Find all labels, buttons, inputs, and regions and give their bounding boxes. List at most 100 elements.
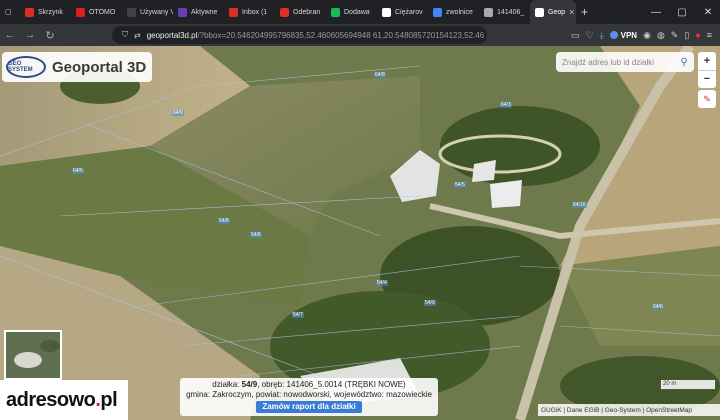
parcel-label[interactable]: 64/3 (500, 102, 512, 108)
minimize-button[interactable]: — (644, 0, 668, 24)
browser-tab-bar: ▢ Skrzynk OTOMO Używany Vo Aktywne Inbox (1 O… (0, 0, 720, 24)
browser-tab[interactable]: Dodawa (326, 0, 377, 24)
tab-favicon-icon (127, 7, 136, 17)
tab-label: Używany Vo (140, 8, 173, 16)
search-placeholder: Znajdź adres lub id działki (562, 57, 655, 67)
tab-label: Geop (548, 8, 566, 16)
vpn-icon (609, 31, 618, 39)
zoom-out-button[interactable]: − (698, 71, 716, 89)
reload-button[interactable]: ↻ (40, 24, 60, 46)
parcel-label[interactable]: 54/4 (376, 280, 388, 286)
tab-favicon-icon (535, 7, 544, 17)
parcel-number: 54/9 (241, 380, 258, 389)
zoom-control: + − (698, 52, 716, 88)
tab-list-button[interactable]: ▢ (0, 0, 20, 24)
tab-label: Skrzynk (38, 8, 63, 16)
wallet-icon[interactable]: ◍ (657, 30, 665, 41)
adresowo-watermark: adresowo. pl (0, 380, 128, 420)
parcel-info-panel: działka: 54/9, obręb: 141406_5.0014 (TRĘ… (180, 378, 438, 416)
tab-favicon-icon (484, 7, 493, 17)
browser-tab[interactable]: Odebran (275, 0, 326, 24)
extensions-icon[interactable]: ✎ (671, 30, 679, 41)
parcel-label[interactable]: 64/10 (572, 202, 587, 208)
tab-close-icon[interactable]: × (569, 7, 574, 17)
minimap-imagery (6, 332, 60, 378)
new-tab-button[interactable]: + (576, 0, 594, 24)
search-input[interactable]: Znajdź adres lub id działki ⚲ (556, 52, 694, 72)
browser-tab[interactable]: Inbox (1 (224, 0, 275, 24)
tab-label: zwolnice (446, 8, 473, 16)
parcel-prefix: działka: (212, 380, 240, 389)
browser-tab[interactable]: Ciężarov (377, 0, 428, 24)
parcel-label[interactable]: 64/9 (172, 110, 184, 116)
browser-tab[interactable]: zwolnice (428, 0, 479, 24)
tab-label: 141406_ (497, 8, 525, 16)
toolbar-right: ▭ ♡ ⤓ VPN ◉ ◍ ✎ ▯ ● ≡ (571, 24, 720, 46)
parcel-precinct: , obręb: 141406_5.0014 (TRĘBKI NOWE) (257, 380, 406, 389)
browser-tab[interactable]: Skrzynk (20, 0, 71, 24)
browser-tab[interactable]: Geop × (530, 0, 576, 24)
tab-label: OTOMO (89, 8, 116, 16)
watermark-tld: pl (100, 388, 118, 411)
tab-label: Ciężarov (395, 8, 423, 16)
maximize-button[interactable]: ▢ (670, 0, 694, 24)
browser-tab[interactable]: 141406_ (479, 0, 530, 24)
parcel-label[interactable]: 54/9 (424, 300, 436, 306)
bookmark-icon[interactable]: ♡ (586, 30, 594, 41)
parcel-label[interactable]: 54/7 (292, 312, 304, 318)
zoom-in-button[interactable]: + (698, 52, 716, 71)
vpn-button[interactable]: VPN (609, 30, 638, 40)
tab-favicon-icon (280, 7, 289, 17)
tab-favicon-icon (229, 7, 238, 17)
tab-list-icon: ▢ (5, 9, 12, 16)
order-report-button[interactable]: Zamów raport dla działki (256, 401, 362, 413)
parcel-label[interactable]: 54/6 (250, 232, 262, 238)
tab-label: Aktywne (191, 8, 218, 16)
tab-label: Inbox (1 (242, 8, 268, 16)
parcel-info-line2: gmina: Zakroczym, powiat: nowodworski, w… (186, 390, 432, 399)
tab-favicon-icon (433, 7, 442, 17)
map-viewport[interactable]: 64/9 64/8 64/3 64/5 54/8 54/6 54/4 54/9 … (0, 46, 720, 420)
minimap[interactable] (4, 330, 62, 380)
back-button[interactable]: ← (0, 24, 20, 46)
url-path: /?bbox=20.546204995796835,52.46060569494… (197, 30, 485, 40)
geosystem-logo-icon: GEO SYSTEM (6, 56, 46, 78)
menu-icon[interactable]: ≡ (707, 30, 712, 40)
tab-favicon-icon (76, 7, 85, 17)
shield-icon[interactable]: ⛉ (122, 30, 128, 40)
tab-favicon-icon (331, 7, 340, 17)
browser-tab[interactable]: Używany Vo (122, 0, 173, 24)
url-bar[interactable]: ⛉ ⇄ geoportal3d.pl/?bbox=20.546204995796… (112, 26, 487, 44)
download-icon[interactable]: ⤓ (600, 30, 604, 41)
search-icon[interactable]: ⚲ (676, 54, 692, 70)
browser-tab[interactable]: Aktywne (173, 0, 224, 24)
aerial-imagery (0, 46, 720, 420)
forward-button[interactable]: → (20, 24, 40, 46)
app-title: Geoportal 3D (52, 58, 147, 76)
parcel-info-line1: działka: 54/9, obręb: 141406_5.0014 (TRĘ… (180, 380, 438, 390)
parcel-label[interactable]: 64/8 (374, 72, 386, 78)
parcel-label[interactable]: 54/5 (454, 182, 466, 188)
close-window-button[interactable]: ✕ (696, 0, 720, 24)
screenshot-icon[interactable]: ▭ (571, 30, 580, 41)
tab-favicon-icon (178, 7, 187, 17)
map-attribution[interactable]: GUGiK | Dane EGiB | Geo-System | OpenStr… (538, 404, 720, 416)
watermark-main: adresowo (6, 388, 96, 411)
tab-label: Odebran (293, 8, 321, 16)
adblock-icon[interactable]: ● (695, 30, 700, 40)
tab-label: Dodawa (344, 8, 370, 16)
parcel-label[interactable]: 64/6 (652, 304, 664, 310)
url-host: geoportal3d.pl (146, 30, 198, 40)
parcel-label[interactable]: 54/8 (218, 218, 230, 224)
sidebar-icon[interactable]: ▯ (684, 30, 689, 41)
scale-bar: 20 m (660, 380, 716, 390)
vpn-label: VPN (620, 30, 638, 40)
site-settings-icon[interactable]: ⇄ (134, 31, 141, 40)
browser-tab[interactable]: OTOMO (71, 0, 122, 24)
tab-favicon-icon (25, 7, 34, 17)
measure-tool-icon[interactable]: ✎ (698, 90, 716, 108)
tab-favicon-icon (382, 7, 391, 17)
parcel-label[interactable]: 64/5 (72, 168, 84, 174)
profile-icon[interactable]: ◉ (643, 30, 651, 41)
geoportal-logo[interactable]: GEO SYSTEM Geoportal 3D (2, 52, 152, 82)
